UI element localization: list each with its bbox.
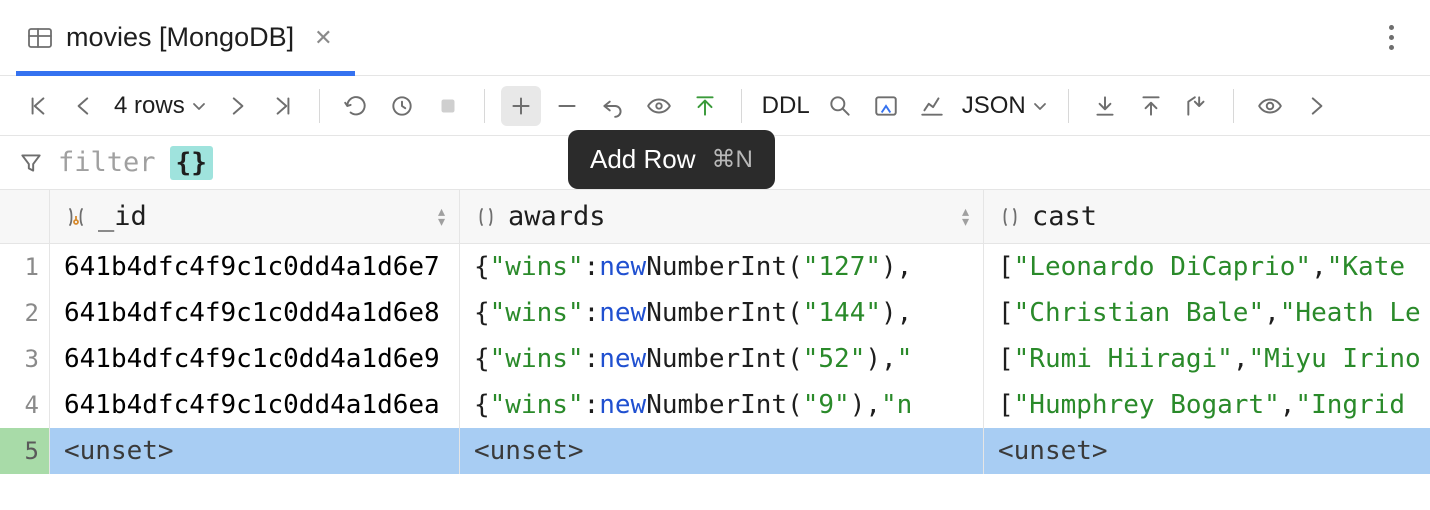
filter-icon[interactable] bbox=[18, 150, 44, 176]
cell-id[interactable]: 641b4dfc4f9c1c0dd4a1d6e8 bbox=[50, 290, 460, 336]
upload-button[interactable] bbox=[1131, 86, 1171, 126]
prev-page-button[interactable] bbox=[64, 86, 104, 126]
import-button[interactable] bbox=[1177, 86, 1217, 126]
cell-cast[interactable]: ["Leonardo DiCaprio", "Kate bbox=[984, 244, 1430, 290]
row-number: 2 bbox=[0, 290, 50, 336]
tooltip-shortcut: ⌘N bbox=[712, 145, 753, 174]
chevron-down-icon bbox=[1032, 98, 1048, 114]
download-button[interactable] bbox=[1085, 86, 1125, 126]
cell-awards[interactable]: {"wins": new NumberInt("52"), " bbox=[460, 336, 984, 382]
delete-row-button[interactable] bbox=[547, 86, 587, 126]
tab-title: movies [MongoDB] bbox=[66, 22, 294, 53]
cell-awards[interactable]: <unset> bbox=[460, 428, 984, 474]
next-page-button[interactable] bbox=[217, 86, 257, 126]
cell-awards[interactable]: {"wins": new NumberInt("144"), bbox=[460, 290, 984, 336]
cell-id[interactable]: 641b4dfc4f9c1c0dd4a1d6e7 bbox=[50, 244, 460, 290]
cell-id[interactable]: <unset> bbox=[50, 428, 460, 474]
cell-id[interactable]: 641b4dfc4f9c1c0dd4a1d6e9 bbox=[50, 336, 460, 382]
column-header-awards[interactable]: awards ▴▾ bbox=[460, 190, 984, 243]
column-header-cast[interactable]: cast bbox=[984, 190, 1430, 243]
cell-cast[interactable]: ["Rumi Hiiragi", "Miyu Irino bbox=[984, 336, 1430, 382]
row-number: 5 bbox=[0, 428, 50, 474]
ddl-button[interactable]: DDL bbox=[758, 86, 814, 126]
row-number: 3 bbox=[0, 336, 50, 382]
tab-movies[interactable]: movies [MongoDB] ✕ bbox=[16, 0, 355, 75]
submit-button[interactable] bbox=[685, 86, 725, 126]
cell-id[interactable]: 641b4dfc4f9c1c0dd4a1d6ea bbox=[50, 382, 460, 428]
sort-icon[interactable]: ▴▾ bbox=[960, 207, 971, 227]
object-icon bbox=[474, 205, 498, 229]
row-number: 4 bbox=[0, 382, 50, 428]
toolbar: 4 rows DDL JSON bbox=[0, 76, 1430, 136]
new-row[interactable]: 5 <unset> <unset> <unset> bbox=[0, 428, 1430, 474]
object-icon bbox=[998, 205, 1022, 229]
table-icon bbox=[26, 24, 54, 52]
refresh-button[interactable] bbox=[336, 86, 376, 126]
cell-cast[interactable]: <unset> bbox=[984, 428, 1430, 474]
cell-awards[interactable]: {"wins": new NumberInt("127"), bbox=[460, 244, 984, 290]
cell-awards[interactable]: {"wins": new NumberInt("9"), "n bbox=[460, 382, 984, 428]
filter-pane-button[interactable] bbox=[866, 86, 906, 126]
table-row[interactable]: 1641b4dfc4f9c1c0dd4a1d6e7{"wins": new Nu… bbox=[0, 244, 1430, 290]
add-row-tooltip: Add Row ⌘N bbox=[568, 130, 775, 189]
filter-input[interactable]: filter bbox=[58, 147, 156, 178]
chart-button[interactable] bbox=[912, 86, 952, 126]
expand-button[interactable] bbox=[1296, 86, 1336, 126]
row-number: 1 bbox=[0, 244, 50, 290]
table-row[interactable]: 2641b4dfc4f9c1c0dd4a1d6e8{"wins": new Nu… bbox=[0, 290, 1430, 336]
key-icon bbox=[64, 205, 88, 229]
cell-cast[interactable]: ["Humphrey Bogart", "Ingrid bbox=[984, 382, 1430, 428]
tab-bar: movies [MongoDB] ✕ bbox=[0, 0, 1430, 76]
cell-cast[interactable]: ["Christian Bale", "Heath Le bbox=[984, 290, 1430, 336]
chevron-down-icon bbox=[191, 98, 207, 114]
more-icon[interactable] bbox=[1381, 17, 1402, 58]
row-count[interactable]: 4 rows bbox=[110, 92, 211, 120]
stop-button[interactable] bbox=[428, 86, 468, 126]
sort-icon[interactable]: ▴▾ bbox=[436, 207, 447, 227]
table-row[interactable]: 3641b4dfc4f9c1c0dd4a1d6e9{"wins": new Nu… bbox=[0, 336, 1430, 382]
preview-button[interactable] bbox=[639, 86, 679, 126]
gutter-header bbox=[0, 190, 50, 243]
history-button[interactable] bbox=[382, 86, 422, 126]
first-page-button[interactable] bbox=[18, 86, 58, 126]
tooltip-label: Add Row bbox=[590, 144, 696, 175]
filter-braces-badge[interactable]: {} bbox=[170, 146, 213, 180]
column-header-id[interactable]: _id ▴▾ bbox=[50, 190, 460, 243]
revert-button[interactable] bbox=[593, 86, 633, 126]
search-button[interactable] bbox=[820, 86, 860, 126]
add-row-button[interactable] bbox=[501, 86, 541, 126]
table-row[interactable]: 4641b4dfc4f9c1c0dd4a1d6ea{"wins": new Nu… bbox=[0, 382, 1430, 428]
header-row: _id ▴▾ awards ▴▾ cast bbox=[0, 190, 1430, 244]
format-selector[interactable]: JSON bbox=[958, 92, 1052, 120]
data-grid: _id ▴▾ awards ▴▾ cast 1641b4dfc4f9c1c0dd… bbox=[0, 190, 1430, 474]
last-page-button[interactable] bbox=[263, 86, 303, 126]
view-button[interactable] bbox=[1250, 86, 1290, 126]
close-icon[interactable]: ✕ bbox=[306, 21, 340, 55]
